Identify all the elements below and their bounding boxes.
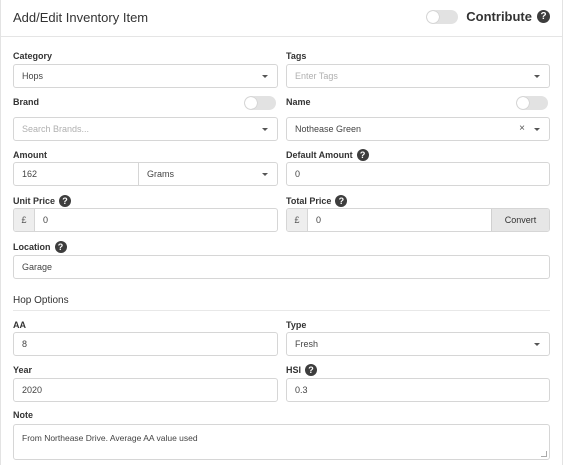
amount-unit-value: Grams <box>147 169 174 179</box>
name-select[interactable]: Nothease Green × <box>286 117 550 141</box>
type-select[interactable]: Fresh <box>286 332 550 356</box>
tags-label: Tags <box>286 51 306 61</box>
type-label-text: Type <box>286 320 307 330</box>
amount-field: 162 Grams <box>13 162 278 186</box>
currency-addon: £ <box>287 209 308 231</box>
help-icon[interactable]: ? <box>356 149 369 161</box>
aa-input[interactable]: 8 <box>13 332 278 356</box>
help-icon[interactable]: ? <box>54 241 67 253</box>
currency-addon: £ <box>14 209 35 231</box>
toggle-knob <box>517 97 529 109</box>
location-label-text: Location <box>13 242 51 252</box>
hop-options-heading: Hop Options <box>13 295 69 306</box>
chevron-down-icon <box>262 173 268 176</box>
contribute-toggle[interactable] <box>426 9 459 24</box>
brand-toggle[interactable] <box>244 96 276 110</box>
page-title: Add/Edit Inventory Item <box>13 10 149 25</box>
category-select[interactable]: Hops <box>13 64 278 88</box>
name-label: Name <box>286 97 311 107</box>
hsi-label-text: HSI <box>286 365 302 375</box>
amount-unit-select[interactable]: Grams <box>139 163 277 185</box>
help-icon[interactable]: ? <box>537 10 550 23</box>
category-label-text: Category <box>13 51 53 61</box>
location-input[interactable]: Garage <box>13 255 550 279</box>
contribute-label: Contribute <box>466 9 532 24</box>
toggle-knob <box>245 97 257 109</box>
year-label: Year <box>13 365 32 375</box>
brand-label-text: Brand <box>13 97 40 107</box>
section-divider <box>13 310 550 311</box>
aa-value: 8 <box>22 339 28 349</box>
clear-icon[interactable]: × <box>519 123 525 134</box>
note-textarea[interactable]: From Northease Drive. Average AA value u… <box>13 424 550 460</box>
amount-value: 162 <box>22 169 38 179</box>
default-amount-label-text: Default Amount <box>286 150 353 160</box>
chevron-down-icon <box>262 75 268 78</box>
total-price-label-text: Total Price <box>286 196 332 206</box>
brand-label: Brand <box>13 97 39 107</box>
category-label: Category <box>13 51 52 61</box>
contribute-control: Contribute ? <box>426 9 550 24</box>
note-label-text: Note <box>13 410 33 420</box>
chevron-down-icon <box>534 128 540 131</box>
hsi-input[interactable]: 0.3 <box>286 378 550 402</box>
name-label-text: Name <box>286 97 311 107</box>
type-value: Fresh <box>295 339 319 349</box>
help-icon[interactable]: ? <box>59 195 72 207</box>
amount-label: Amount <box>13 150 47 160</box>
total-price-input[interactable]: 0 <box>308 209 491 231</box>
year-label-text: Year <box>13 365 33 375</box>
total-price-field: £ 0 Convert <box>286 208 550 232</box>
aa-label-text: AA <box>13 320 26 330</box>
inventory-item-dialog: Add/Edit Inventory Item Contribute ? Cat… <box>0 0 563 465</box>
total-price-label: Total Price? <box>286 195 348 207</box>
unit-price-label-text: Unit Price <box>13 196 56 206</box>
brand-search-select[interactable]: Search Brands... <box>13 117 278 141</box>
tags-input[interactable]: Enter Tags <box>286 64 550 88</box>
name-toggle[interactable] <box>516 96 548 110</box>
dialog-header: Add/Edit Inventory Item Contribute ? <box>1 0 562 37</box>
type-label: Type <box>286 320 306 330</box>
chevron-down-icon <box>534 75 540 78</box>
resize-handle-icon[interactable] <box>541 451 547 457</box>
hsi-label: HSI? <box>286 364 318 376</box>
tags-label-text: Tags <box>286 51 307 61</box>
unit-price-field[interactable]: £ 0 <box>13 208 278 232</box>
brand-placeholder: Search Brands... <box>22 124 90 134</box>
default-amount-label: Default Amount? <box>286 149 369 161</box>
tags-placeholder: Enter Tags <box>295 71 338 81</box>
toggle-knob <box>427 10 440 23</box>
default-amount-input[interactable]: 0 <box>286 162 550 186</box>
chevron-down-icon <box>262 128 268 131</box>
note-value: From Northease Drive. Average AA value u… <box>22 433 198 443</box>
convert-button[interactable]: Convert <box>491 209 549 231</box>
year-value: 2020 <box>22 385 43 395</box>
help-icon[interactable]: ? <box>335 195 348 207</box>
category-value: Hops <box>22 71 44 81</box>
help-icon[interactable]: ? <box>305 364 318 376</box>
note-label: Note <box>13 410 33 420</box>
location-label: Location? <box>13 241 67 253</box>
aa-label: AA <box>13 320 26 330</box>
year-input[interactable]: 2020 <box>13 378 278 402</box>
unit-price-value: 0 <box>43 215 49 225</box>
location-value: Garage <box>22 262 53 272</box>
chevron-down-icon <box>534 343 540 346</box>
amount-input[interactable]: 162 <box>14 163 139 185</box>
unit-price-label: Unit Price? <box>13 195 72 207</box>
amount-label-text: Amount <box>13 150 47 160</box>
hsi-value: 0.3 <box>295 385 308 395</box>
name-value: Nothease Green <box>295 124 362 134</box>
default-amount-value: 0 <box>295 169 301 179</box>
